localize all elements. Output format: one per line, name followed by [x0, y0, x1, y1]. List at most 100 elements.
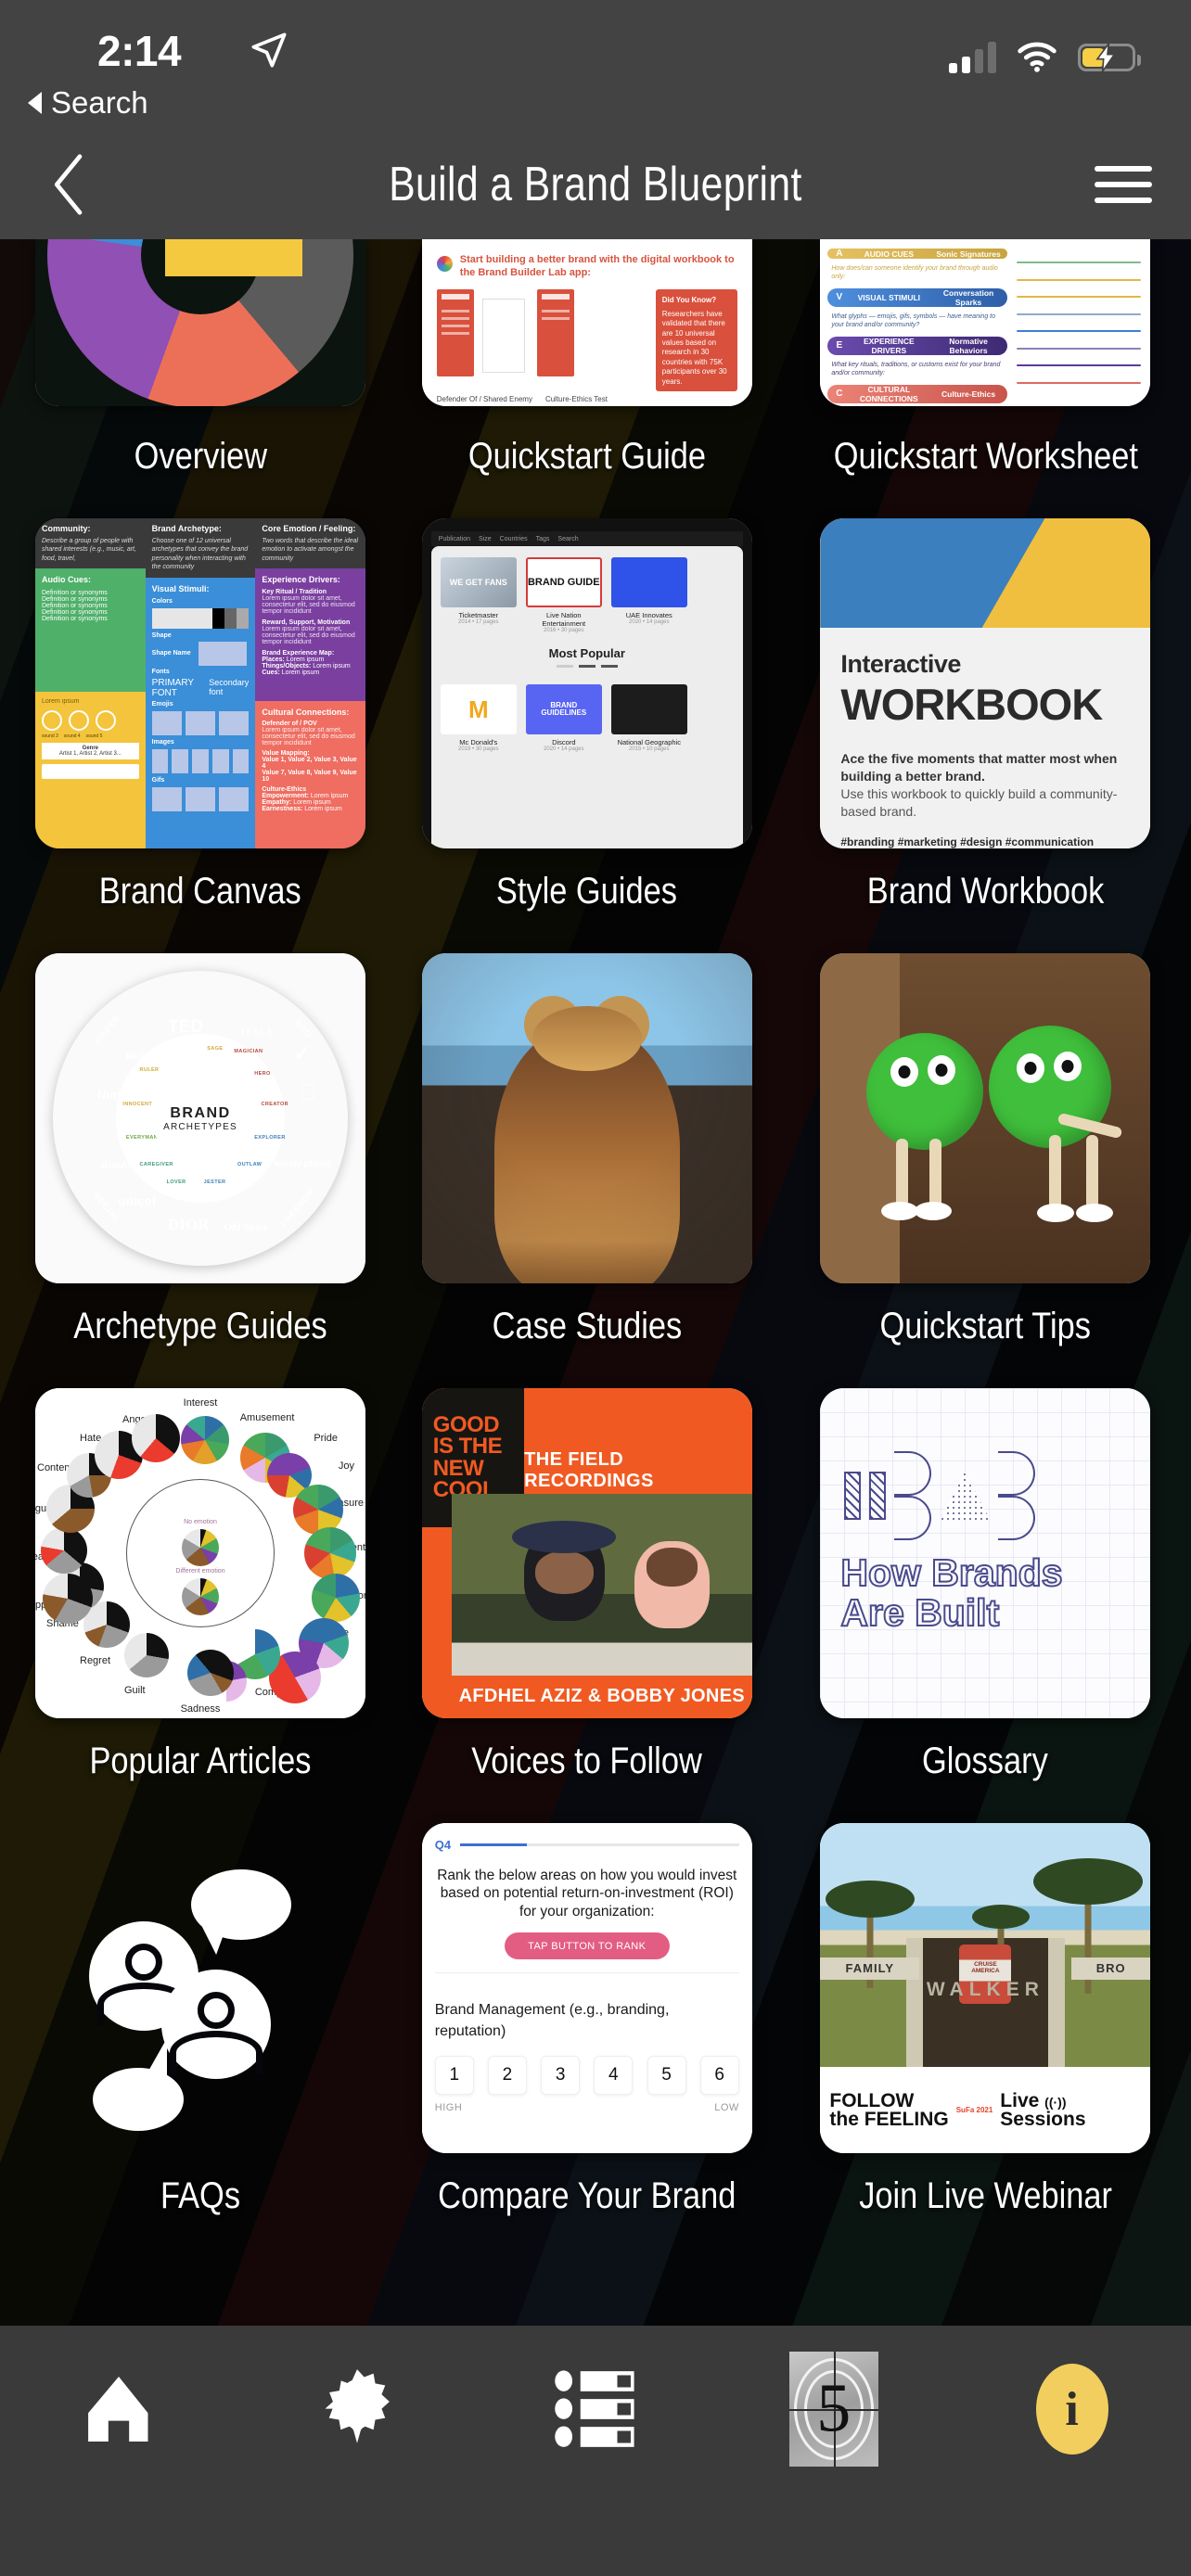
- workbook-cover-art: Interactive WORKBOOK Ace the five moment…: [820, 518, 1151, 848]
- back-triangle-icon: [28, 92, 42, 114]
- tile-thumbnail[interactable]: [35, 239, 365, 406]
- row-letter: E: [836, 340, 843, 351]
- guide-heading: Start building a better brand with the d…: [459, 254, 735, 278]
- row-sub: Normative Behaviors: [949, 336, 988, 355]
- pagination-dots: [441, 665, 734, 668]
- tile-thumbnail[interactable]: [421, 953, 752, 1283]
- rank-scale[interactable]: 1 2 3 4 5 6: [434, 2055, 739, 2095]
- tile-thumbnail[interactable]: ORDER ECO FREEDOM SOCIAL TED TESLA ROLEX…: [35, 953, 365, 1283]
- info-circle-icon: i: [1035, 2364, 1108, 2455]
- podcast-cover-art: GOOD IS THE NEW COOL THE FIELD RECORDING…: [421, 1388, 752, 1718]
- tile-style-guides[interactable]: Publication Size Countries Tags Search W…: [414, 518, 761, 953]
- tile-archetype-guides[interactable]: ORDER ECO FREEDOM SOCIAL TED TESLA ROLEX…: [35, 953, 365, 1388]
- canvas-header-desc: Describe a group of people with shared i…: [42, 538, 136, 562]
- home-icon: [88, 2377, 148, 2442]
- guide-card: BRAND GUIDE Live Nation Entertainment 20…: [525, 557, 602, 633]
- tile-brand-workbook[interactable]: Interactive WORKBOOK Ace the five moment…: [809, 518, 1163, 953]
- tile-label: Brand Canvas: [98, 871, 301, 912]
- tap-to-rank-button[interactable]: TAP BUTTON TO RANK: [504, 1932, 670, 1960]
- cellular-signal-icon: [949, 42, 996, 73]
- tile-label: Join Live Webinar: [858, 2175, 1112, 2216]
- row-title: VISUAL STIMULI: [857, 292, 921, 302]
- tile-join-live-webinar[interactable]: FAMILY BRO CRUISE AMERICA WALKER FOLLOW …: [809, 1823, 1163, 2258]
- tile-thumbnail[interactable]: [820, 953, 1151, 1283]
- tile-thumbnail[interactable]: Q4 Rank the below areas on how you would…: [421, 1823, 752, 2153]
- canvas-header-desc: Choose one of 12 universal archetypes th…: [151, 538, 249, 571]
- webinar-caption-b-line: Live ((·)): [1000, 2091, 1085, 2111]
- tile-thumbnail[interactable]: A AUDIO CUES Sonic Signatures How does/c…: [820, 239, 1151, 406]
- tab-home[interactable]: [0, 2346, 238, 2472]
- hamburger-menu-icon[interactable]: [1095, 166, 1152, 203]
- tile-label: Compare Your Brand: [438, 2175, 736, 2216]
- row-sub: Culture-Ethics: [941, 389, 996, 399]
- charging-bolt-icon: [1095, 44, 1116, 71]
- tab-ideas[interactable]: [238, 2346, 477, 2472]
- tile-compare-your-brand[interactable]: Q4 Rank the below areas on how you would…: [414, 1823, 761, 2258]
- worksheet-art: A AUDIO CUES Sonic Signatures How does/c…: [820, 239, 1151, 406]
- tile-overview[interactable]: Overview: [35, 239, 365, 518]
- rank-option[interactable]: 5: [647, 2055, 686, 2095]
- tile-glossary[interactable]: How Brands Are Built Glossary: [809, 1388, 1163, 1823]
- progress-bar: [460, 1843, 739, 1846]
- tile-thumbnail[interactable]: Interest Amusement Pride Joy Pleasure Co…: [35, 1388, 365, 1718]
- broadcast-icon: ((·)): [1044, 2094, 1067, 2110]
- tile-label: Glossary: [922, 1741, 1049, 1781]
- webinar-caption-b2: Sessions: [1000, 2108, 1086, 2130]
- back-to-search-label: Search: [51, 85, 148, 120]
- tile-thumbnail[interactable]: [35, 1823, 365, 2153]
- tile-case-studies[interactable]: Case Studies: [414, 953, 761, 1388]
- tile-thumbnail[interactable]: GOOD IS THE NEW COOL THE FIELD RECORDING…: [421, 1388, 752, 1718]
- section-title: Experience Drivers:: [262, 575, 340, 585]
- podcast-block-title: GOOD IS THE NEW COOL: [432, 1411, 503, 1503]
- tile-thumbnail[interactable]: Publication Size Countries Tags Search W…: [421, 518, 752, 848]
- tile-popular-articles[interactable]: Interest Amusement Pride Joy Pleasure Co…: [35, 1388, 365, 1823]
- style-guides-art: Publication Size Countries Tags Search W…: [421, 518, 752, 848]
- callout-body: Researchers have validated that there ar…: [661, 309, 727, 386]
- tile-thumbnail[interactable]: Community: Describe a group of people wi…: [35, 518, 365, 848]
- chevron-left-icon: [54, 154, 83, 215]
- tile-thumbnail[interactable]: Start building a better brand with the d…: [421, 239, 752, 406]
- rank-option[interactable]: 4: [594, 2055, 634, 2095]
- tile-thumbnail[interactable]: How Brands Are Built: [820, 1388, 1151, 1718]
- tile-faqs[interactable]: FAQs: [35, 1823, 365, 2258]
- survey-item: Brand Management (e.g., branding, reputa…: [434, 2002, 670, 2040]
- tab-info[interactable]: i: [953, 2346, 1191, 2472]
- rank-option[interactable]: 2: [487, 2055, 527, 2095]
- rank-option[interactable]: 6: [699, 2055, 739, 2095]
- section-title: Cultural Connections:: [262, 708, 350, 718]
- emotion-wheel-art: Interest Amusement Pride Joy Pleasure Co…: [35, 1388, 365, 1718]
- podcast-hosts: AFDHEL AZIZ & BOBBY JONES: [458, 1686, 745, 1707]
- row-title: AUDIO CUES: [864, 249, 915, 259]
- browser-filter-bar: Publication Size Countries Tags Search: [430, 531, 743, 546]
- wheel-center-bottom: ARCHETYPES: [163, 1121, 237, 1132]
- tab-countdown[interactable]: 5: [714, 2346, 953, 2472]
- rank-option[interactable]: 1: [434, 2055, 474, 2095]
- row-note: What key rituals, traditions, or customs…: [831, 361, 1001, 377]
- tile-quickstart-guide[interactable]: Start building a better brand with the d…: [414, 239, 761, 518]
- rank-option[interactable]: 3: [541, 2055, 581, 2095]
- battery-charging-icon: [1078, 44, 1141, 71]
- tile-label: Voices to Follow: [471, 1741, 703, 1781]
- tile-thumbnail[interactable]: FAMILY BRO CRUISE AMERICA WALKER FOLLOW …: [820, 1823, 1151, 2153]
- quickstart-tips-photo: [820, 953, 1151, 1283]
- guide-card: BRAND GUIDELINES Discord 2020 • 14 pages: [525, 684, 602, 752]
- tile-label: Quickstart Worksheet: [833, 436, 1138, 477]
- navigation-bar: Build a Brand Blueprint: [0, 130, 1191, 239]
- row-title: CULTURAL CONNECTIONS: [859, 384, 918, 403]
- survey-card-art: Q4 Rank the below areas on how you would…: [421, 1823, 752, 2153]
- back-button[interactable]: [28, 143, 111, 226]
- tile-label: Case Studies: [492, 1306, 683, 1346]
- people-speech-bubbles-icon: [35, 1823, 365, 2153]
- row-sub: Conversation Sparks: [942, 287, 994, 307]
- tab-bar: 5 i: [0, 2326, 1191, 2576]
- tile-brand-canvas[interactable]: Community: Describe a group of people wi…: [35, 518, 365, 953]
- tile-quickstart-worksheet[interactable]: A AUDIO CUES Sonic Signatures How does/c…: [809, 239, 1163, 518]
- back-to-search[interactable]: Search: [28, 85, 148, 121]
- tab-list[interactable]: [477, 2346, 715, 2472]
- tile-label: Quickstart Tips: [879, 1306, 1092, 1346]
- case-studies-photo: [421, 953, 752, 1283]
- tile-voices-to-follow[interactable]: GOOD IS THE NEW COOL THE FIELD RECORDING…: [414, 1388, 761, 1823]
- tile-label: Archetype Guides: [73, 1306, 327, 1346]
- tile-thumbnail[interactable]: Interactive WORKBOOK Ace the five moment…: [820, 518, 1151, 848]
- tile-quickstart-tips[interactable]: Quickstart Tips: [809, 953, 1163, 1388]
